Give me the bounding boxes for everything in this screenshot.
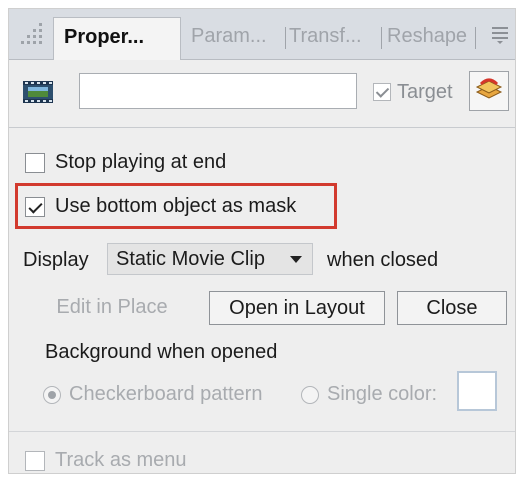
tab-separator: [285, 27, 286, 49]
close-button[interactable]: Close: [397, 291, 507, 325]
single-color-label: Single color:: [327, 383, 438, 405]
open-in-layout-button[interactable]: Open in Layout: [209, 291, 385, 325]
panel-grip-icon[interactable]: [19, 21, 47, 49]
stop-playing-row[interactable]: Stop playing at end: [25, 151, 226, 174]
use-mask-label: Use bottom object as mask: [55, 195, 297, 217]
display-label: Display: [23, 249, 89, 271]
track-as-menu-row[interactable]: Track as menu: [25, 449, 187, 472]
properties-panel: Proper... Param... Transf... Reshape Tar…: [8, 8, 516, 474]
chevron-down-icon: [290, 256, 302, 263]
color-swatch[interactable]: [457, 371, 497, 411]
target-checkbox-row[interactable]: Target: [373, 79, 453, 105]
divider: [9, 431, 515, 432]
instance-name-input[interactable]: [79, 73, 357, 109]
stop-playing-label: Stop playing at end: [55, 151, 227, 173]
checkerboard-radio[interactable]: [43, 385, 61, 404]
edit-in-place-button[interactable]: Edit in Place: [39, 291, 185, 325]
target-label: Target: [397, 80, 453, 103]
tab-properties[interactable]: Proper...: [53, 17, 181, 60]
checkerboard-option[interactable]: Checkerboard pattern: [43, 383, 262, 406]
stop-playing-checkbox[interactable]: [25, 152, 45, 173]
panel-menu-icon[interactable]: [491, 25, 509, 50]
use-mask-row[interactable]: Use bottom object as mask: [25, 195, 296, 218]
tab-bar: Proper... Param... Transf... Reshape: [9, 9, 515, 60]
target-layers-button[interactable]: [469, 71, 509, 111]
track-as-menu-checkbox[interactable]: [25, 450, 45, 471]
tab-parameters[interactable]: Param...: [191, 17, 267, 59]
when-closed-label: when closed: [327, 249, 439, 271]
track-as-menu-label: Track as menu: [55, 449, 187, 471]
display-dropdown[interactable]: Static Movie Clip: [107, 243, 313, 275]
movie-clip-icon: [23, 81, 53, 108]
target-checkbox[interactable]: [373, 83, 391, 101]
use-mask-checkbox[interactable]: [25, 196, 45, 217]
tab-reshape[interactable]: Reshape: [387, 17, 467, 59]
target-layers-icon: [475, 76, 503, 107]
display-selected-value: Static Movie Clip: [116, 248, 265, 270]
checkerboard-label: Checkerboard pattern: [69, 383, 263, 405]
divider: [9, 127, 515, 128]
background-label: Background when opened: [45, 341, 278, 363]
tab-separator: [475, 27, 476, 49]
single-color-option[interactable]: Single color:: [301, 383, 437, 406]
tab-transform[interactable]: Transf...: [289, 17, 362, 59]
tab-separator: [381, 27, 382, 49]
single-color-radio[interactable]: [301, 385, 319, 404]
